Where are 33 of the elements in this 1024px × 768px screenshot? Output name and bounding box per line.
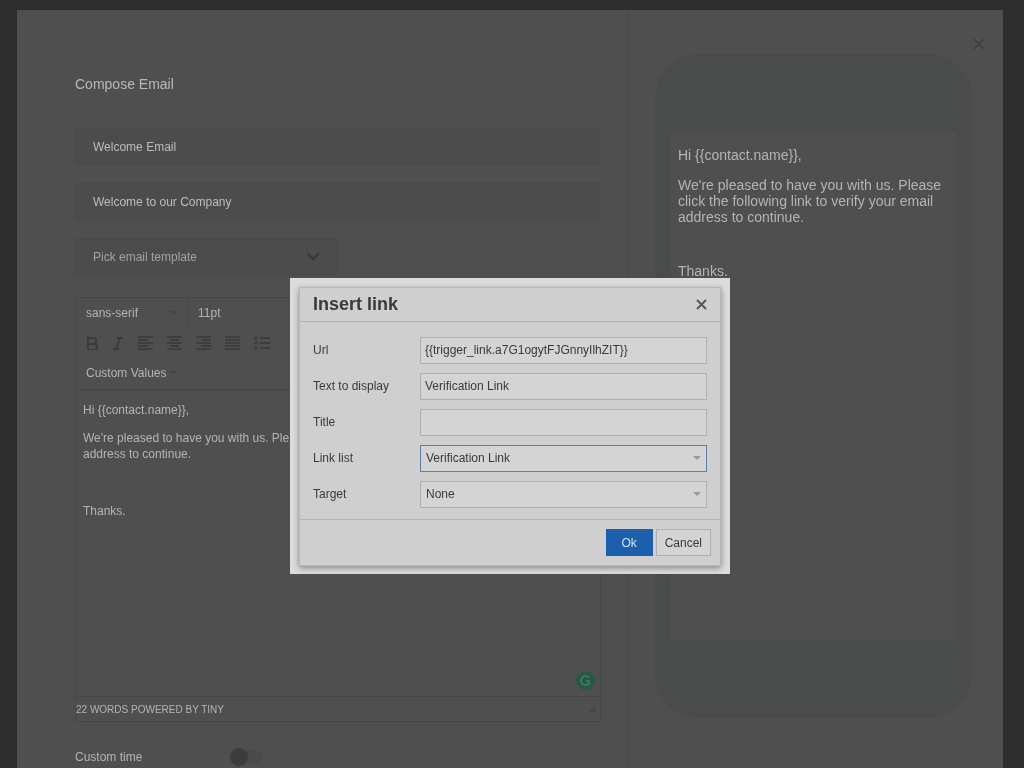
body-text: address to continue. <box>83 446 192 462</box>
page-title: Compose Email <box>75 75 175 94</box>
caret-icon <box>693 456 701 460</box>
preview-closing: Thanks. <box>678 263 728 279</box>
template-select[interactable]: Pick email template <box>75 238 338 275</box>
custom-values-menu[interactable]: Custom Values <box>86 364 178 382</box>
body-text: Hi {{contact.name}}, <box>83 402 190 418</box>
caret-icon <box>693 492 701 496</box>
ok-button[interactable]: Ok <box>605 529 653 556</box>
grammar-check-icon[interactable] <box>576 671 595 690</box>
preview-paragraph: We're pleased to have you with us. Please click the following link to verify your email address to continue. <box>678 177 943 225</box>
custom-time-label: Custom time <box>75 749 143 766</box>
field-label: Url <box>313 342 330 359</box>
select-field[interactable]: Verification Link <box>420 444 707 472</box>
font-size-select[interactable]: 11pt <box>188 298 288 328</box>
word-count-status: 22 WORDS POWERED BY TINY <box>76 702 224 717</box>
text-field[interactable]: Welcome to our Company <box>75 183 600 220</box>
text-field[interactable]: Welcome Email <box>75 128 600 165</box>
text-input[interactable]: Verification Link <box>420 372 707 400</box>
body-text: Thanks. <box>83 503 126 519</box>
cancel-button[interactable]: Cancel <box>655 529 711 556</box>
select-field[interactable]: None <box>420 480 707 508</box>
preview-greeting: Hi {{contact.name}}, <box>678 147 803 163</box>
dialog-title: Insert link <box>313 293 399 316</box>
field-label: Title <box>313 414 337 431</box>
text-input[interactable] <box>420 408 707 436</box>
font-family-select[interactable]: sans-serif <box>76 298 188 328</box>
field-label: Text to display <box>313 378 391 395</box>
field-label: Link list <box>313 450 354 467</box>
close-icon[interactable] <box>696 299 707 310</box>
text-input[interactable]: {{trigger_link.a7G1ogytFJGnnyIlhZIT}} <box>420 336 707 364</box>
body-text: We're pleased to have you with us. Ple <box>83 430 290 446</box>
field-label: Target <box>313 486 348 503</box>
